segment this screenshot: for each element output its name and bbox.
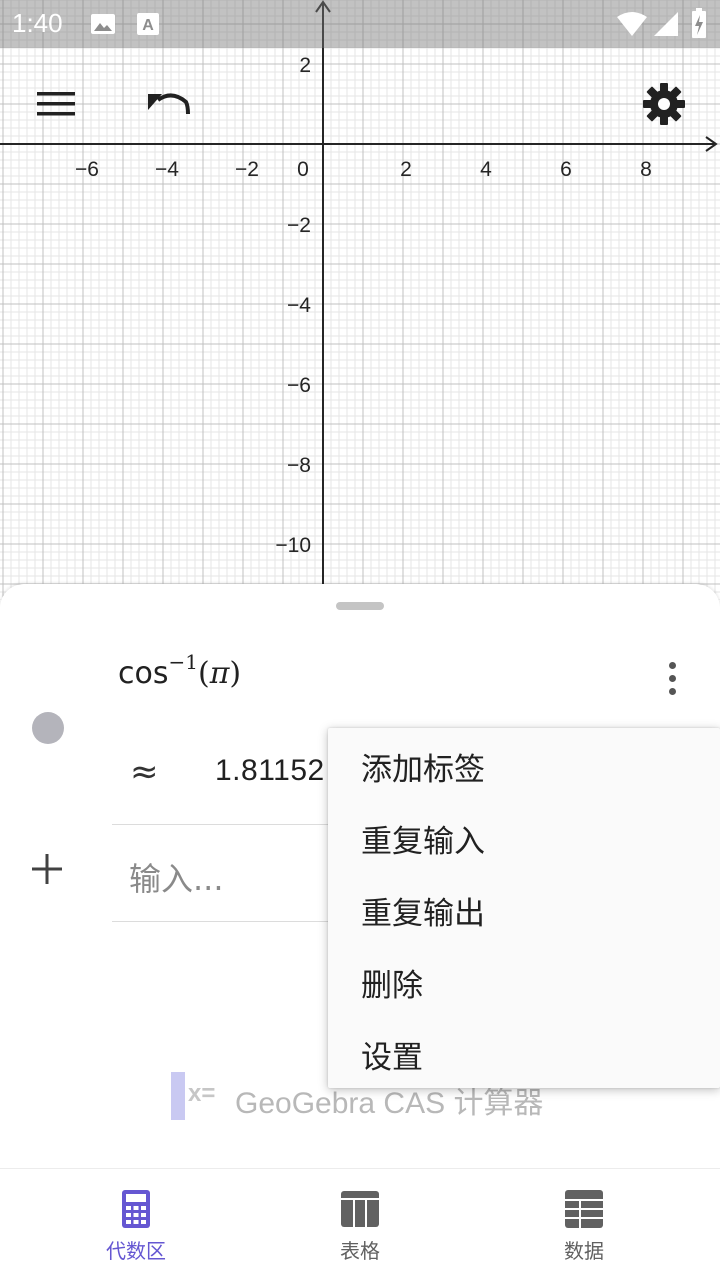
bottom-navigation: 代数区 表格 数据	[0, 1168, 720, 1280]
signal-icon	[654, 12, 678, 36]
drag-handle[interactable]	[336, 602, 384, 610]
tab-algebra-label: 代数区	[106, 1239, 166, 1263]
menu-item-duplicate-output[interactable]: 重复输出	[328, 872, 720, 944]
calculator-icon	[122, 1190, 150, 1228]
y-tick-label: −8	[287, 454, 311, 477]
expression-exponent: −1	[168, 650, 198, 674]
context-menu: 添加标签 重复输入 重复输出 删除 设置	[328, 728, 720, 1088]
more-options-icon[interactable]	[660, 662, 684, 702]
y-tick-label: −4	[287, 294, 311, 317]
tab-table[interactable]: 表格	[240, 1169, 480, 1280]
menu-item-label: 设置	[361, 1040, 423, 1076]
battery-charging-icon	[692, 8, 706, 38]
tab-algebra[interactable]: 代数区	[16, 1169, 256, 1280]
tab-data[interactable]: 数据	[464, 1169, 704, 1280]
hamburger-menu-icon[interactable]	[36, 90, 76, 118]
x-tick-label: −4	[155, 158, 179, 181]
gear-icon[interactable]	[642, 82, 686, 126]
y-tick-label: −10	[275, 534, 311, 557]
x-tick-label: 0	[297, 158, 309, 181]
brand-accent-bar	[171, 1072, 185, 1120]
add-icon[interactable]	[30, 852, 64, 886]
brand-logo-icon: x=	[188, 1080, 216, 1107]
expression-argument: π	[209, 656, 230, 691]
text-notification-icon: A	[137, 13, 159, 35]
x-tick-label: 2	[400, 158, 412, 181]
x-tick-label: −2	[235, 158, 259, 181]
menu-item-add-label[interactable]: 添加标签	[328, 728, 720, 800]
x-tick-label: 6	[560, 158, 572, 181]
x-tick-label: −6	[75, 158, 99, 181]
x-tick-label: 8	[640, 158, 652, 181]
menu-item-settings[interactable]: 设置	[328, 1016, 720, 1088]
expression-open-paren: (	[197, 656, 210, 691]
image-notification-icon	[91, 14, 115, 34]
output-value: 1.81152	[215, 754, 325, 787]
y-tick-label: −6	[287, 374, 311, 397]
menu-item-duplicate-input[interactable]: 重复输入	[328, 800, 720, 872]
approx-symbol: ≈	[130, 752, 159, 792]
menu-item-delete[interactable]: 删除	[328, 944, 720, 1016]
tab-table-label: 表格	[340, 1239, 380, 1263]
menu-item-label: 重复输出	[361, 896, 485, 932]
x-tick-label: 4	[480, 158, 492, 181]
menu-item-label: 重复输入	[361, 824, 485, 860]
menu-item-label: 添加标签	[361, 752, 485, 788]
tab-data-label: 数据	[564, 1239, 604, 1263]
table-icon	[341, 1191, 379, 1227]
status-bar: 1:40 A	[0, 0, 720, 48]
y-tick-label: 2	[299, 54, 311, 77]
wifi-icon	[617, 12, 647, 36]
algebra-input[interactable]: 输入...	[129, 854, 224, 900]
expression-close-paren: )	[229, 656, 242, 691]
visibility-toggle[interactable]	[32, 712, 64, 744]
undo-icon[interactable]	[144, 86, 192, 122]
expression-function: cos	[118, 656, 169, 691]
status-time: 1:40	[12, 8, 63, 38]
spreadsheet-icon	[565, 1190, 603, 1228]
menu-item-label: 删除	[361, 968, 423, 1004]
algebra-expression[interactable]: cos−1(π)	[118, 650, 242, 691]
y-tick-label: −2	[287, 214, 311, 237]
graphics-view[interactable]: −6 −4 −2 0 2 4 6 8 2 −2 −4 −6 −8 −10	[0, 0, 720, 600]
svg-text:A: A	[142, 17, 154, 34]
